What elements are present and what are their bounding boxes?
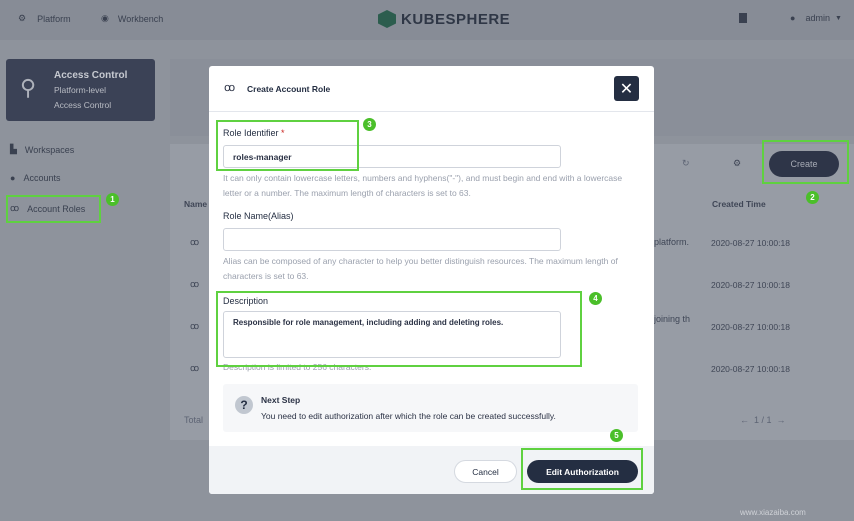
row-description: joining th	[654, 314, 691, 324]
dialog-header: ꝏ Create Account Role ✕	[209, 66, 654, 112]
role-name-label: Role Name(Alias)	[223, 211, 294, 221]
platform-label: Platform	[37, 13, 71, 24]
row-time: 2020-08-27 10:00:18	[711, 322, 790, 332]
sidebar-item-workspaces[interactable]: ▙ Workspaces	[10, 144, 74, 155]
role-icon: ꝏ	[190, 279, 200, 289]
annotation-box-2	[762, 140, 849, 184]
settings-icon[interactable]: ⚙	[733, 158, 741, 169]
kubesphere-logo[interactable]: KUBESPHERE	[378, 10, 510, 28]
annotation-badge-3: 3	[363, 118, 376, 131]
logo-text: KUBESPHERE	[401, 10, 511, 28]
sidebar-item-label: Accounts	[23, 173, 61, 183]
key-icon: ⚲	[20, 75, 37, 100]
annotation-badge-5: 5	[610, 429, 623, 442]
chevron-down-icon: ▼	[834, 14, 842, 22]
next-step-title: Next Step	[261, 395, 301, 405]
annotation-box-4	[216, 291, 582, 367]
sidebar-item-accounts[interactable]: ● Accounts	[10, 173, 60, 183]
refresh-icon[interactable]: ↻	[682, 158, 690, 169]
page-indicator: 1 / 1	[754, 415, 772, 425]
annotation-box-1	[6, 195, 101, 223]
dialog-title: Create Account Role	[247, 84, 331, 94]
row-time: 2020-08-27 10:00:18	[711, 238, 790, 248]
sidebar-item-label: Workspaces	[24, 144, 75, 155]
time-header[interactable]: Created Time	[712, 199, 766, 209]
logo-icon	[378, 10, 396, 28]
card-subtitle: Platform-level	[54, 85, 106, 95]
workbench-icon: ◉	[101, 13, 109, 23]
user-menu[interactable]: ● admin ▼	[790, 13, 842, 23]
user-name: admin	[805, 13, 830, 23]
next-step-notice: ? Next Step You need to edit authorizati…	[223, 384, 638, 432]
close-button[interactable]: ✕	[614, 76, 639, 101]
top-bar: ⚙ Platform ◉ Workbench KUBESPHERE ● admin ▼	[0, 0, 854, 40]
role-icon: ꝏ	[224, 82, 236, 94]
user-icon: ●	[10, 173, 16, 183]
row-description: platform.	[654, 237, 690, 247]
annotation-box-5	[521, 448, 643, 490]
card-title: Access Control	[54, 70, 128, 81]
annotation-badge-2: 2	[806, 191, 819, 204]
total-label: Total	[184, 415, 204, 425]
annotation-badge-4: 4	[589, 292, 602, 305]
workbench-nav[interactable]: ◉ Workbench	[101, 13, 163, 24]
annotation-badge-1: 1	[106, 193, 119, 206]
platform-nav[interactable]: ⚙ Platform	[18, 13, 71, 24]
next-step-text: You need to edit authorization after whi…	[261, 411, 556, 421]
role-identifier-hint: It can only contain lowercase letters, n…	[223, 173, 623, 198]
row-time: 2020-08-27 10:00:18	[711, 280, 790, 290]
role-name-hint: Alias can be composed of any character t…	[223, 256, 618, 281]
role-icon: ꝏ	[190, 363, 200, 373]
question-icon: ?	[235, 396, 253, 414]
close-icon: ✕	[619, 80, 634, 98]
access-control-card: ⚲ Access Control Platform-level Access C…	[6, 59, 155, 121]
name-header[interactable]: Name	[184, 199, 207, 209]
role-icon: ꝏ	[190, 321, 200, 331]
docs-icon[interactable]	[739, 13, 747, 23]
platform-icon: ⚙	[18, 13, 27, 23]
card-subtitle-2: Access Control	[54, 100, 112, 110]
role-name-input[interactable]	[223, 228, 561, 251]
pagination[interactable]: ← 1 / 1 →	[740, 415, 786, 425]
watermark: www.xiazaiba.com	[740, 508, 806, 517]
role-icon: ꝏ	[190, 237, 200, 247]
row-time: 2020-08-27 10:00:18	[711, 364, 790, 374]
user-icon: ●	[790, 13, 796, 23]
cancel-button[interactable]: Cancel	[454, 460, 517, 483]
annotation-box-3	[216, 120, 359, 171]
workbench-label: Workbench	[117, 13, 164, 24]
workspace-icon: ▙	[10, 144, 17, 154]
